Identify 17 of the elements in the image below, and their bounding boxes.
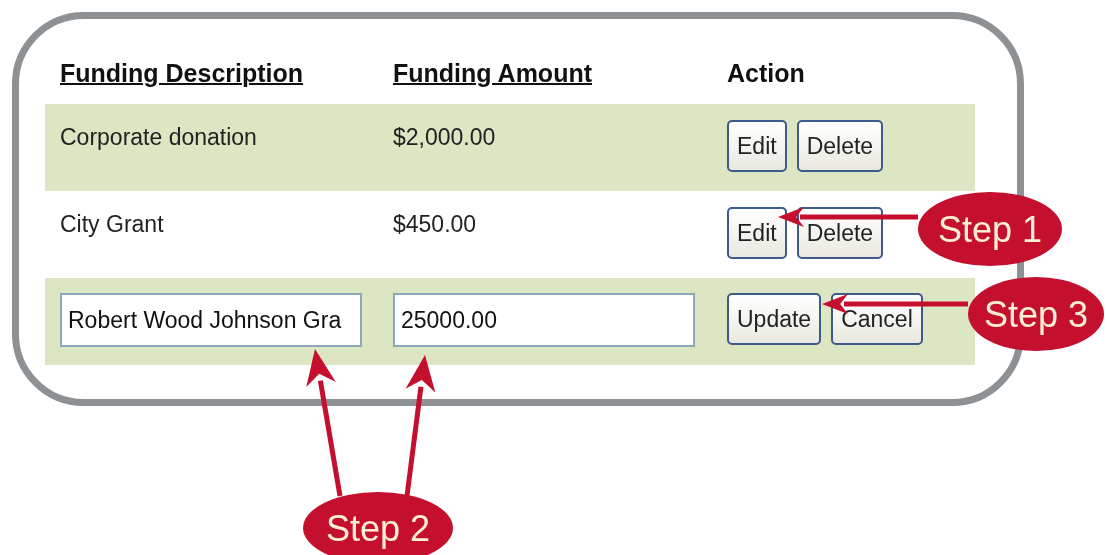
delete-button[interactable]: Delete xyxy=(796,120,884,172)
edit-button[interactable]: Edit xyxy=(727,207,787,259)
step-label: Step 2 xyxy=(325,508,431,549)
step-label: Step 3 xyxy=(983,294,1089,335)
amount-field[interactable]: 25000.00 xyxy=(393,293,695,347)
text-field[interactable]: Robert Wood Johnson Gra xyxy=(60,293,362,347)
column-header-link[interactable]: Funding Description xyxy=(60,54,304,92)
description-text: City Grant xyxy=(60,211,164,237)
cancel-button[interactable]: Cancel xyxy=(831,293,923,345)
amount-text: $2,000.00 xyxy=(393,124,496,150)
description-text: Corporate donation xyxy=(60,124,257,150)
amount-text: $450.00 xyxy=(393,211,477,237)
column-header: Action xyxy=(727,57,805,89)
edit-button[interactable]: Edit xyxy=(727,120,787,172)
column-header-link[interactable]: Funding Amount xyxy=(393,54,592,92)
update-button[interactable]: Update xyxy=(727,293,822,345)
step-label: Step 1 xyxy=(937,209,1043,250)
